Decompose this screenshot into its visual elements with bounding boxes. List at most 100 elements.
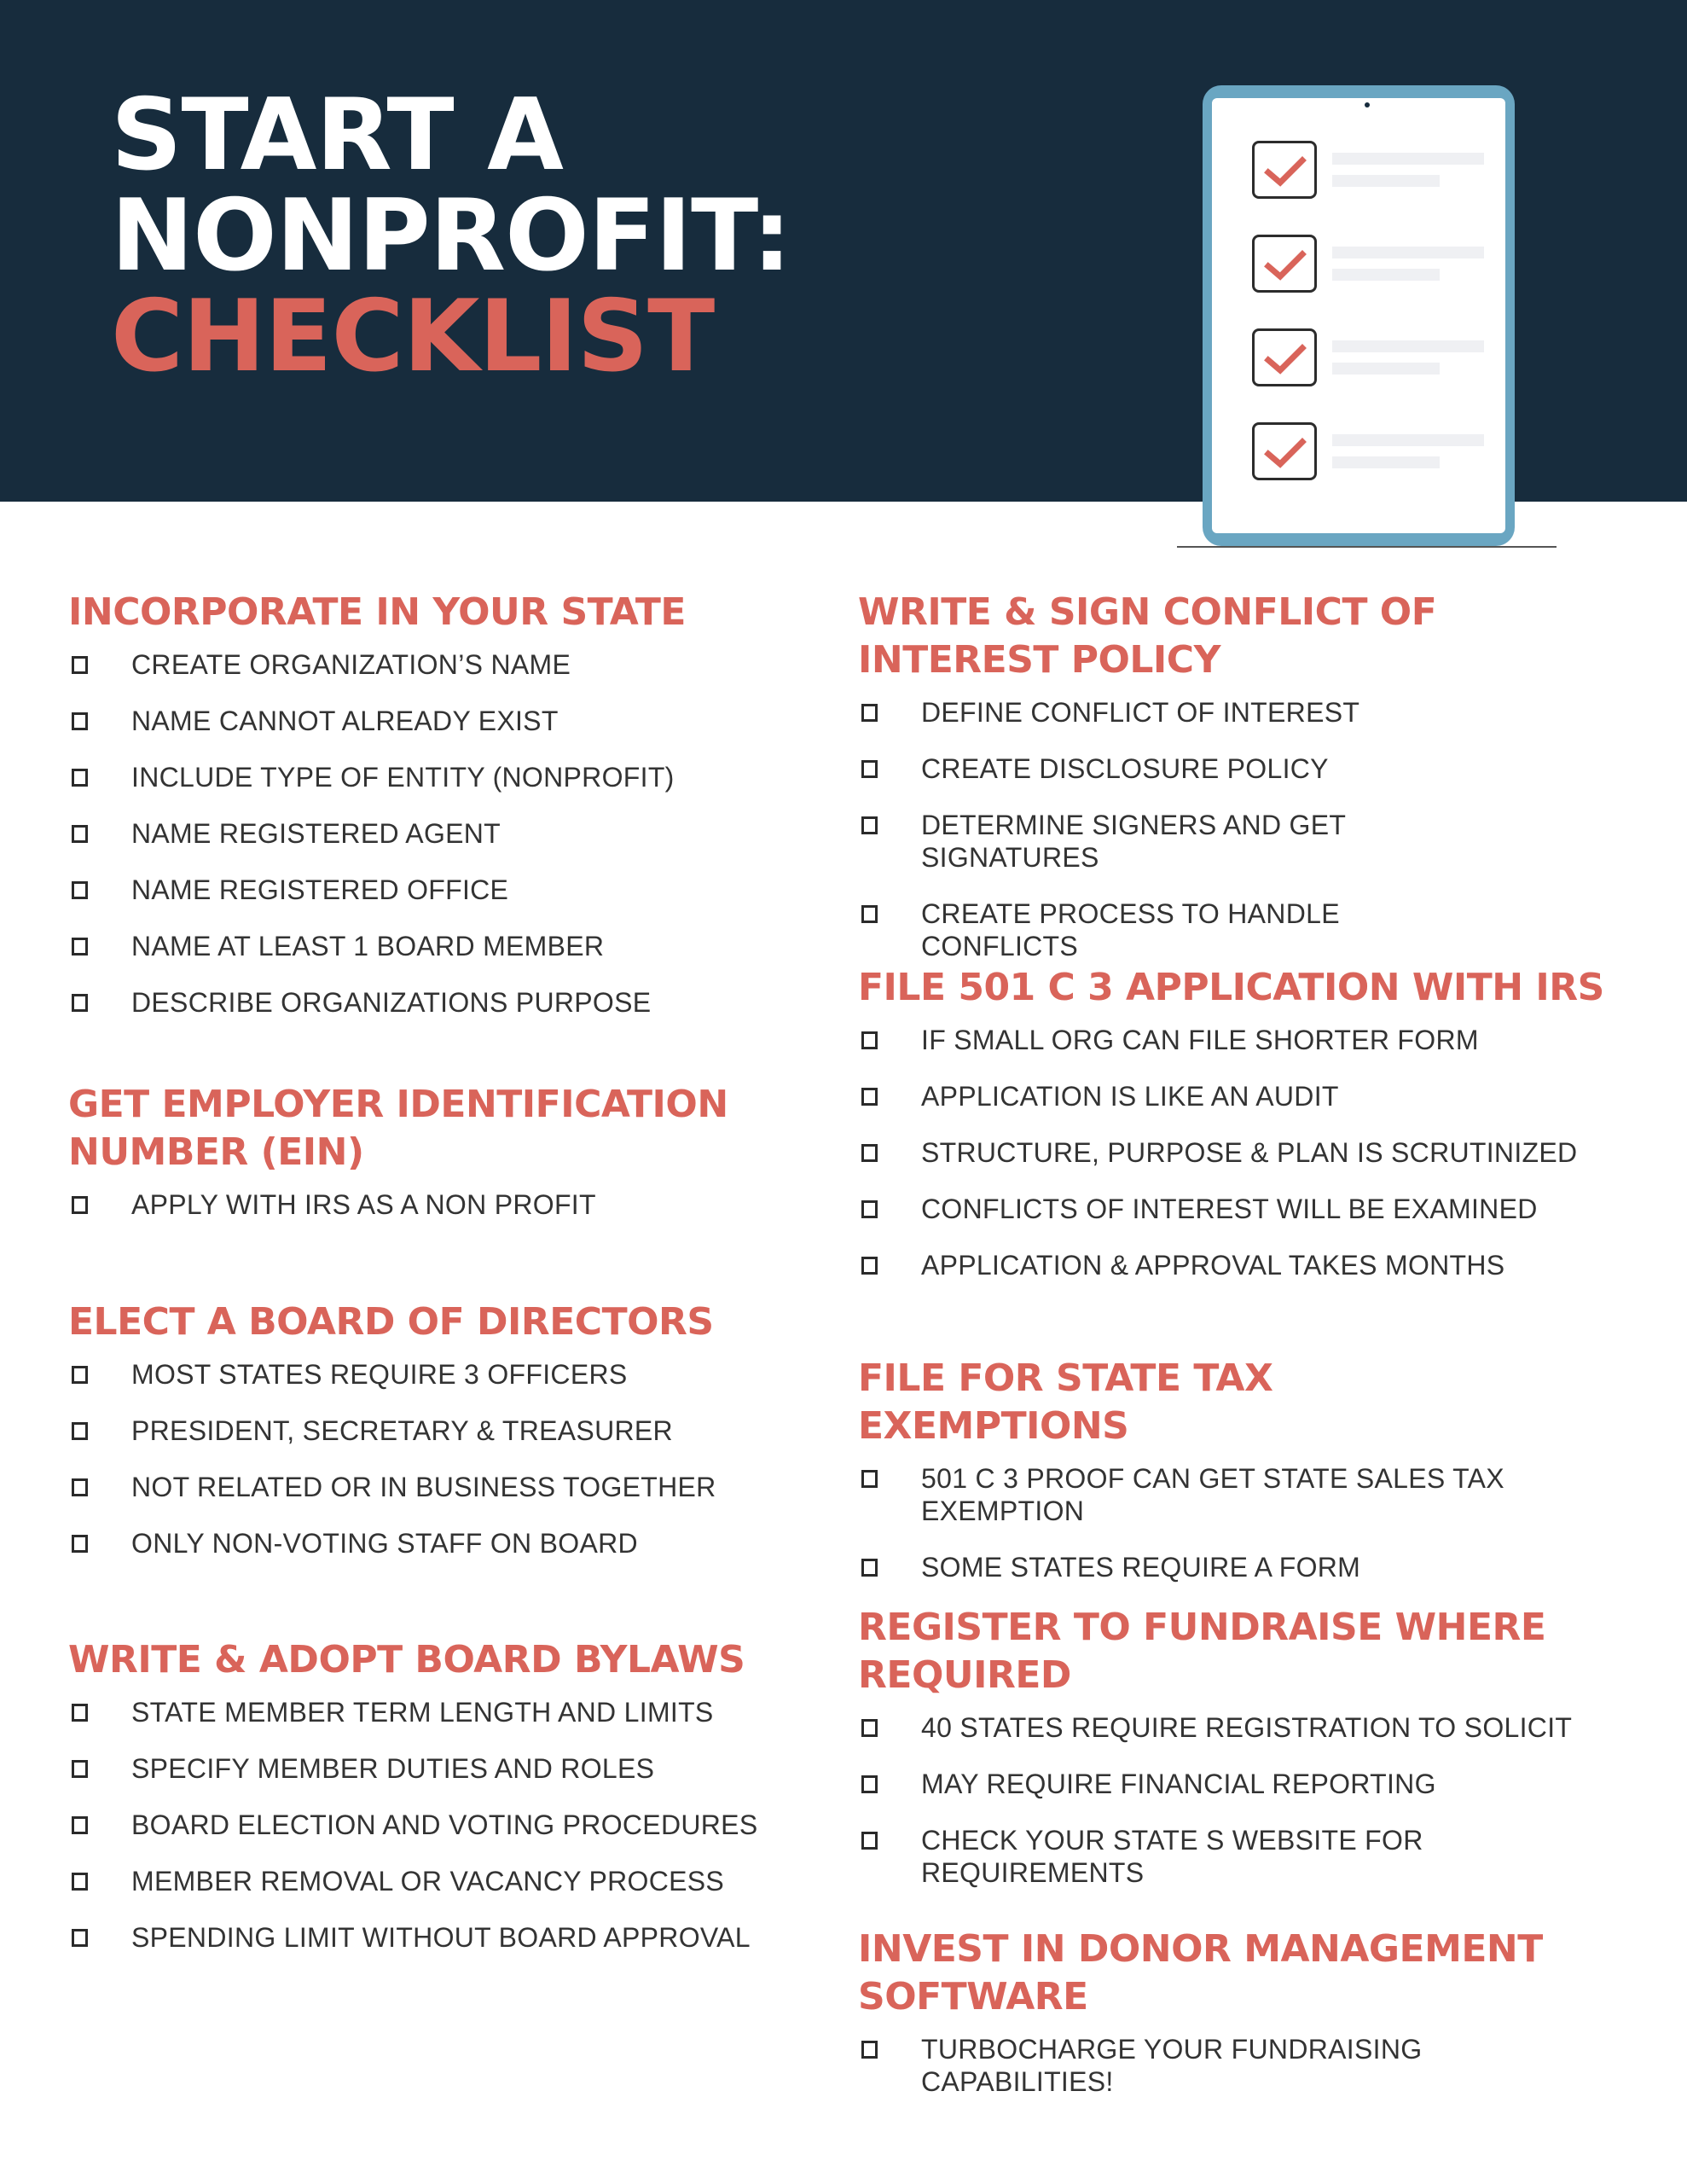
- section-501c3: FILE 501 C 3 APPLICATION WITH IRS IF SMA…: [858, 964, 1660, 1305]
- checkbox-icon[interactable]: [72, 881, 88, 899]
- checklist-item-label: PRESIDENT, SECRETARY & TREASURER: [131, 1415, 673, 1446]
- checklist-item: CONFLICTS OF INTEREST WILL BE EXAMINED: [858, 1193, 1660, 1225]
- checklist-item: INCLUDE TYPE OF ENTITY (NONPROFIT): [68, 761, 819, 793]
- placeholder-line: [1332, 153, 1484, 165]
- title-line-3: CHECKLIST: [111, 279, 715, 394]
- section-state-tax: FILE FOR STATE TAX EXEMPTIONS 501 C 3 PR…: [858, 1355, 1523, 1607]
- checkbox-icon[interactable]: [861, 1719, 878, 1737]
- checklist-item-label: CONFLICTS OF INTEREST WILL BE EXAMINED: [921, 1194, 1538, 1224]
- checkbox-icon[interactable]: [861, 1200, 878, 1218]
- checklist-item: 501 C 3 PROOF CAN GET STATE SALES TAX EX…: [858, 1462, 1523, 1527]
- tablet-checklist-row: [1252, 141, 1499, 200]
- checkbox-icon[interactable]: [861, 760, 878, 778]
- checkbox-icon[interactable]: [861, 905, 878, 923]
- section-ein: GET EMPLOYER IDENTIFICATION NUMBER (EIN)…: [68, 1081, 768, 1245]
- checklist-item: BOARD ELECTION AND VOTING PROCEDURES: [68, 1809, 819, 1841]
- checked-box-icon: [1252, 235, 1317, 293]
- checklist-item: NOT RELATED OR IN BUSINESS TOGETHER: [68, 1471, 819, 1503]
- checkbox-icon[interactable]: [861, 1559, 878, 1577]
- checklist-item: MAY REQUIRE FINANCIAL REPORTING: [858, 1768, 1609, 1800]
- checklist-item-label: 40 STATES REQUIRE REGISTRATION TO SOLICI…: [921, 1712, 1573, 1743]
- camera-dot-icon: [1365, 102, 1370, 107]
- checkbox-icon[interactable]: [72, 1929, 88, 1947]
- checklist-item: STATE MEMBER TERM LENGTH AND LIMITS: [68, 1696, 819, 1728]
- checklist-item-label: NAME AT LEAST 1 BOARD MEMBER: [131, 931, 605, 961]
- section-title: REGISTER TO FUNDRAISE WHERE REQUIRED: [858, 1606, 1546, 1697]
- checkbox-icon[interactable]: [72, 1196, 88, 1214]
- checklist-item: SPENDING LIMIT WITHOUT BOARD APPROVAL: [68, 1921, 819, 1954]
- checklist-item: ONLY NON-VOTING STAFF ON BOARD: [68, 1527, 819, 1560]
- checkbox-icon[interactable]: [72, 1422, 88, 1440]
- checklist: IF SMALL ORG CAN FILE SHORTER FORM APPLIC…: [858, 1024, 1660, 1281]
- section-bylaws: WRITE & ADOPT BOARD BYLAWS STATE MEMBER …: [68, 1636, 819, 1978]
- checkbox-icon[interactable]: [72, 1704, 88, 1722]
- checkbox-icon[interactable]: [861, 816, 878, 834]
- checkbox-icon[interactable]: [861, 1088, 878, 1106]
- checklist-item: CREATE ORGANIZATION’S NAME: [68, 648, 819, 681]
- checklist-item: NAME REGISTERED AGENT: [68, 817, 819, 850]
- checklist-item: APPLICATION IS LIKE AN AUDIT: [858, 1080, 1660, 1112]
- checkbox-icon[interactable]: [861, 1257, 878, 1275]
- checklist-item-label: CREATE DISCLOSURE POLICY: [921, 753, 1329, 784]
- page-title: START A NONPROFIT: CHECKLIST: [111, 85, 791, 387]
- section-title: ELECT A BOARD OF DIRECTORS: [68, 1300, 714, 1344]
- checkmark-icon: [1264, 156, 1307, 187]
- checkbox-icon[interactable]: [861, 1031, 878, 1049]
- checklist-item-label: DEFINE CONFLICT OF INTEREST: [921, 697, 1360, 728]
- checkmark-icon: [1264, 344, 1307, 375]
- tablet-checklist-row: [1252, 235, 1499, 294]
- checklist-item: DEFINE CONFLICT OF INTEREST: [858, 696, 1489, 729]
- checkbox-icon[interactable]: [861, 1470, 878, 1488]
- tablet-illustration: [1203, 85, 1515, 546]
- checkbox-icon[interactable]: [72, 1366, 88, 1384]
- checkmark-icon: [1264, 438, 1307, 468]
- checklist: 40 STATES REQUIRE REGISTRATION TO SOLICI…: [858, 1711, 1609, 1889]
- checklist-item-label: DETERMINE SIGNERS AND GET SIGNATURES: [921, 810, 1346, 873]
- tablet-screen: [1212, 98, 1505, 533]
- checklist-item: 40 STATES REQUIRE REGISTRATION TO SOLICI…: [858, 1711, 1609, 1744]
- checklist-item-label: APPLY WITH IRS AS A NON PROFIT: [131, 1189, 596, 1220]
- checkbox-icon[interactable]: [861, 1144, 878, 1162]
- section-board-of-directors: ELECT A BOARD OF DIRECTORS MOST STATES R…: [68, 1298, 819, 1583]
- checkbox-icon[interactable]: [72, 1478, 88, 1496]
- tablet-checklist-row: [1252, 328, 1499, 388]
- checklist-item: IF SMALL ORG CAN FILE SHORTER FORM: [858, 1024, 1660, 1056]
- checklist-item: DETERMINE SIGNERS AND GET SIGNATURES: [858, 809, 1489, 874]
- checkbox-icon[interactable]: [72, 1873, 88, 1891]
- checkbox-icon[interactable]: [72, 938, 88, 956]
- checkbox-icon[interactable]: [861, 1832, 878, 1850]
- checklist-item-label: NAME REGISTERED OFFICE: [131, 874, 509, 905]
- checklist-item-label: MEMBER REMOVAL OR VACANCY PROCESS: [131, 1866, 725, 1896]
- section-title: FILE FOR STATE TAX EXEMPTIONS: [858, 1356, 1273, 1448]
- checkbox-icon[interactable]: [861, 1775, 878, 1793]
- checkbox-icon[interactable]: [72, 825, 88, 843]
- checkbox-icon[interactable]: [72, 1535, 88, 1553]
- checklist-item: NAME CANNOT ALREADY EXIST: [68, 705, 819, 737]
- checkbox-icon[interactable]: [72, 769, 88, 787]
- section-title: INCORPORATE IN YOUR STATE: [68, 590, 686, 634]
- checklist-item-label: APPLICATION & APPROVAL TAKES MONTHS: [921, 1250, 1505, 1281]
- checklist-item-label: NOT RELATED OR IN BUSINESS TOGETHER: [131, 1472, 716, 1502]
- checklist-item: MOST STATES REQUIRE 3 OFFICERS: [68, 1358, 819, 1391]
- checklist: CREATE ORGANIZATION’S NAME NAME CANNOT AL…: [68, 648, 819, 1019]
- checklist: DEFINE CONFLICT OF INTEREST CREATE DISCLO…: [858, 696, 1489, 962]
- section-title: INVEST IN DONOR MANAGEMENT SOFTWARE: [858, 1927, 1543, 2018]
- checkbox-icon[interactable]: [861, 2041, 878, 2059]
- checklist-item-label: CHECK YOUR STATE S WEBSITE FOR REQUIREME…: [921, 1825, 1423, 1888]
- checklist-item-label: 501 C 3 PROOF CAN GET STATE SALES TAX EX…: [921, 1463, 1504, 1526]
- checkbox-icon[interactable]: [72, 656, 88, 674]
- checklist-item-label: SPECIFY MEMBER DUTIES AND ROLES: [131, 1753, 655, 1784]
- illustration-baseline: [1177, 546, 1557, 548]
- checklist-item: NAME AT LEAST 1 BOARD MEMBER: [68, 930, 819, 962]
- checkbox-icon[interactable]: [861, 704, 878, 722]
- checklist-item-label: IF SMALL ORG CAN FILE SHORTER FORM: [921, 1025, 1479, 1055]
- checklist-item-label: CREATE PROCESS TO HANDLE CONFLICTS: [921, 898, 1340, 961]
- checkbox-icon[interactable]: [72, 994, 88, 1012]
- checkbox-icon[interactable]: [72, 1760, 88, 1778]
- checklist-item-label: INCLUDE TYPE OF ENTITY (NONPROFIT): [131, 762, 675, 793]
- section-title: GET EMPLOYER IDENTIFICATION NUMBER (EIN): [68, 1083, 728, 1174]
- checkbox-icon[interactable]: [72, 1816, 88, 1834]
- checklist-item-label: NAME REGISTERED AGENT: [131, 818, 501, 849]
- checkbox-icon[interactable]: [72, 712, 88, 730]
- checked-box-icon: [1252, 141, 1317, 199]
